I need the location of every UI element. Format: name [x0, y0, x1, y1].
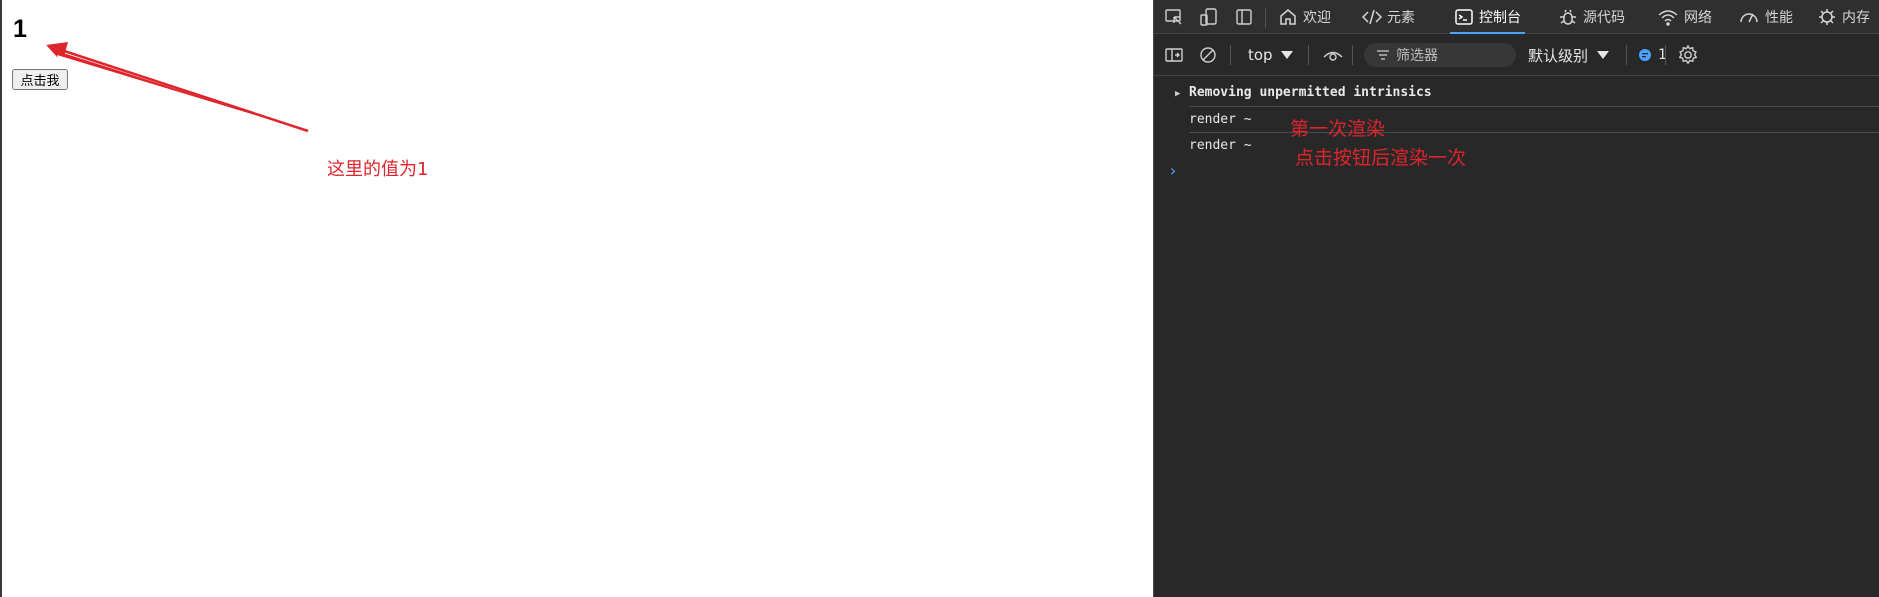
dock-side-icon[interactable] [1232, 5, 1256, 29]
toolbar-divider [1352, 45, 1353, 65]
bug-icon [1560, 9, 1576, 25]
inspect-element-icon[interactable] [1162, 5, 1186, 29]
devtools-panel: 欢迎 元素 控制台 源代码 网络 性能 内存 top 筛选器 默认级别 1 ▶ … [1153, 0, 1879, 597]
console-prompt-chevron-icon[interactable]: › [1168, 161, 1178, 180]
filter-icon [1377, 50, 1389, 60]
message-bubble-icon [1639, 49, 1651, 61]
tab-label: 元素 [1387, 10, 1415, 26]
counter-value: 1 [13, 15, 27, 43]
console-message-group[interactable]: ▶ Removing unpermitted intrinsics [1175, 81, 1432, 105]
console-message-text: Removing unpermitted intrinsics [1189, 85, 1432, 100]
clear-console-icon[interactable] [1198, 43, 1218, 67]
gauge-icon [1740, 13, 1758, 23]
annotation-after-click: 点击按钮后渲染一次 [1295, 147, 1467, 169]
tab-label: 源代码 [1583, 10, 1625, 26]
context-select[interactable]: top [1248, 43, 1294, 67]
issues-counter[interactable]: 1 [1638, 43, 1667, 67]
tab-console[interactable]: 控制台 [1450, 0, 1525, 34]
tab-label: 网络 [1684, 10, 1712, 26]
click-me-button[interactable]: 点击我 [12, 69, 68, 90]
page-viewport: 1 点击我 这里的值为1 [0, 0, 1153, 597]
sidebar-toggle-icon[interactable] [1164, 43, 1184, 67]
dropdown-arrow-icon [1280, 51, 1293, 59]
toolbar-divider [1626, 45, 1627, 65]
tab-performance[interactable]: 性能 [1738, 0, 1793, 34]
log-level-select[interactable]: 默认级别 [1528, 43, 1610, 67]
console-icon [1455, 9, 1473, 25]
toolbar-divider [1665, 45, 1666, 65]
tab-bar-divider [1265, 8, 1266, 28]
memory-chip-icon [1819, 9, 1835, 25]
console-settings-gear-icon[interactable] [1677, 43, 1699, 67]
tab-elements[interactable]: 元素 [1362, 0, 1415, 34]
annotation-value-note: 这里的值为1 [327, 159, 429, 180]
expand-triangle-icon[interactable]: ▶ [1175, 82, 1189, 106]
console-message: render ~ [1189, 112, 1252, 127]
console-message: render ~ [1189, 138, 1252, 153]
toolbar-divider [1308, 45, 1309, 65]
filter-placeholder: 筛选器 [1396, 48, 1438, 64]
toolbar-divider [1230, 45, 1231, 65]
annotation-arrow [46, 42, 309, 133]
context-value: top [1248, 46, 1273, 64]
console-row-divider [1189, 106, 1879, 107]
tab-memory[interactable]: 内存 [1817, 0, 1870, 34]
tab-label: 内存 [1842, 10, 1870, 26]
filter-input[interactable]: 筛选器 [1364, 43, 1516, 67]
log-level-value: 默认级别 [1528, 46, 1589, 65]
code-icon [1362, 9, 1382, 25]
tab-label: 欢迎 [1303, 10, 1331, 26]
console-output: ▶ Removing unpermitted intrinsics render … [1154, 77, 1879, 597]
tab-sources[interactable]: 源代码 [1558, 0, 1625, 34]
console-toolbar: top 筛选器 默认级别 1 [1154, 34, 1879, 76]
devtools-tab-bar: 欢迎 元素 控制台 源代码 网络 性能 内存 [1154, 0, 1879, 34]
dropdown-arrow-icon [1597, 51, 1610, 59]
wifi-icon [1658, 10, 1678, 26]
annotation-first-render: 第一次渲染 [1290, 118, 1386, 140]
device-toolbar-icon[interactable] [1197, 5, 1221, 29]
tab-welcome[interactable]: 欢迎 [1278, 0, 1331, 34]
tab-network[interactable]: 网络 [1657, 0, 1712, 34]
home-icon [1280, 9, 1296, 25]
tab-label: 控制台 [1479, 10, 1521, 26]
live-expression-eye-icon[interactable] [1322, 43, 1344, 67]
tab-label: 性能 [1765, 10, 1793, 26]
